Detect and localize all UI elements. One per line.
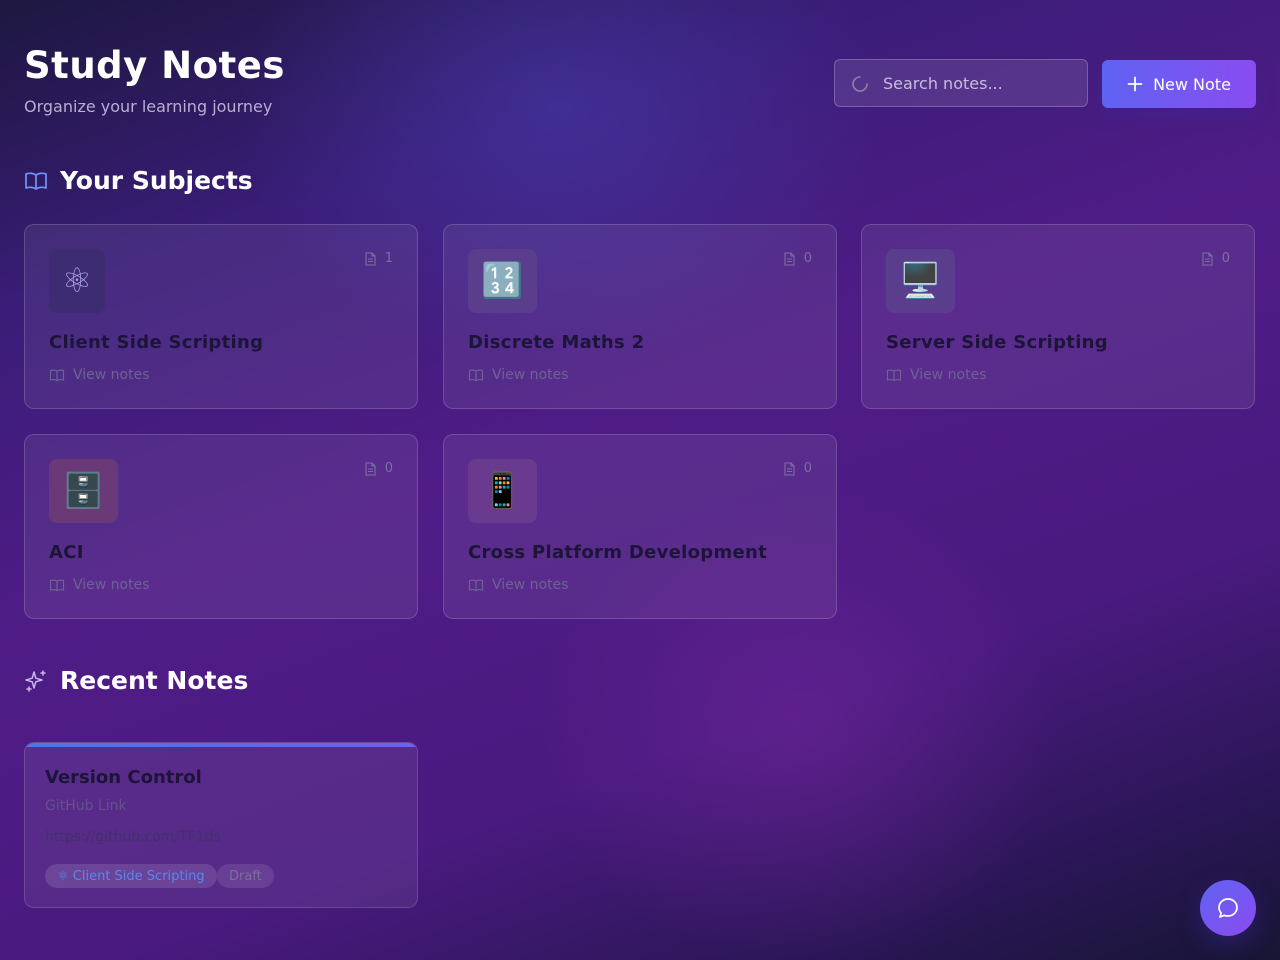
- subject-card-discrete-maths-2[interactable]: 🔢 0 Discrete Maths 2 View notes: [443, 224, 837, 409]
- note-count-value: 0: [1221, 251, 1230, 266]
- study-notes-page: Study Notes Organize your learning journ…: [0, 0, 1280, 960]
- view-notes-link[interactable]: View notes: [49, 577, 150, 593]
- page-subtitle: Organize your learning journey: [24, 97, 273, 116]
- note-count-value: 0: [803, 461, 812, 476]
- subject-name: Discrete Maths 2: [468, 332, 645, 353]
- subject-tag: ⚛ Client Side Scripting: [45, 864, 217, 888]
- note-count-value: 0: [384, 461, 393, 476]
- note-subtitle: GitHub Link: [45, 798, 127, 814]
- note-count: 0: [363, 461, 393, 476]
- note-card-version-control[interactable]: Version Control GitHub Link https://gith…: [24, 742, 418, 908]
- note-count: 0: [1200, 251, 1230, 266]
- chat-bubble-icon: [1218, 898, 1238, 918]
- view-notes-link[interactable]: View notes: [886, 367, 987, 383]
- desktop-computer-icon: 🖥️: [886, 249, 955, 313]
- note-count-value: 1: [384, 251, 393, 266]
- note-count: 1: [363, 251, 393, 266]
- chat-button[interactable]: [1200, 880, 1256, 936]
- subjects-heading: Your Subjects: [60, 166, 253, 195]
- subject-name: ACI: [49, 542, 84, 563]
- document-icon: [784, 461, 795, 476]
- subject-name: Server Side Scripting: [886, 332, 1108, 353]
- document-icon: [1202, 251, 1213, 266]
- note-content: https://github.com/TF1ds: [45, 829, 221, 845]
- page-title: Study Notes: [24, 44, 285, 87]
- file-cabinet-icon: 🗄️: [49, 459, 118, 523]
- book-open-icon: [468, 579, 484, 592]
- view-notes-link[interactable]: View notes: [468, 367, 569, 383]
- view-notes-link[interactable]: View notes: [468, 577, 569, 593]
- new-note-label: New Note: [1153, 74, 1231, 94]
- subject-card-aci[interactable]: 🗄️ 0 ACI View notes: [24, 434, 418, 619]
- sparkles-icon: [25, 669, 46, 692]
- search-box: [834, 59, 1088, 107]
- book-open-icon: [468, 369, 484, 382]
- subjects-section-header: Your Subjects: [24, 166, 253, 195]
- subject-name: Client Side Scripting: [49, 332, 264, 353]
- recent-heading: Recent Notes: [60, 666, 249, 695]
- loader-icon: [852, 76, 868, 92]
- mobile-phone-icon: 📱: [468, 459, 537, 523]
- view-notes-label: View notes: [73, 367, 150, 383]
- note-count: 0: [782, 461, 812, 476]
- subject-card-cross-platform-development[interactable]: 📱 0 Cross Platform Development View note…: [443, 434, 837, 619]
- view-notes-label: View notes: [910, 367, 987, 383]
- search-input[interactable]: [883, 60, 1079, 106]
- book-open-icon: [49, 579, 65, 592]
- atom-icon: ⚛: [49, 249, 105, 313]
- note-count-value: 0: [803, 251, 812, 266]
- numbers-icon: 🔢: [468, 249, 537, 313]
- book-open-icon: [25, 171, 47, 190]
- recent-section-header: Recent Notes: [24, 666, 248, 695]
- view-notes-label: View notes: [73, 577, 150, 593]
- document-icon: [365, 251, 376, 266]
- subject-card-client-side-scripting[interactable]: ⚛ 1 Client Side Scripting View notes: [24, 224, 418, 409]
- view-notes-link[interactable]: View notes: [49, 367, 150, 383]
- note-count: 0: [782, 251, 812, 266]
- subject-card-server-side-scripting[interactable]: 🖥️ 0 Server Side Scripting View notes: [861, 224, 1255, 409]
- view-notes-label: View notes: [492, 577, 569, 593]
- plus-icon: [1127, 76, 1143, 92]
- book-open-icon: [49, 369, 65, 382]
- document-icon: [365, 461, 376, 476]
- subject-name: Cross Platform Development: [468, 542, 768, 563]
- note-title: Version Control: [45, 767, 202, 788]
- document-icon: [784, 251, 795, 266]
- note-accent-bar: [25, 743, 417, 747]
- new-note-button[interactable]: New Note: [1102, 60, 1256, 108]
- status-badge: Draft: [217, 864, 274, 888]
- view-notes-label: View notes: [492, 367, 569, 383]
- book-open-icon: [886, 369, 902, 382]
